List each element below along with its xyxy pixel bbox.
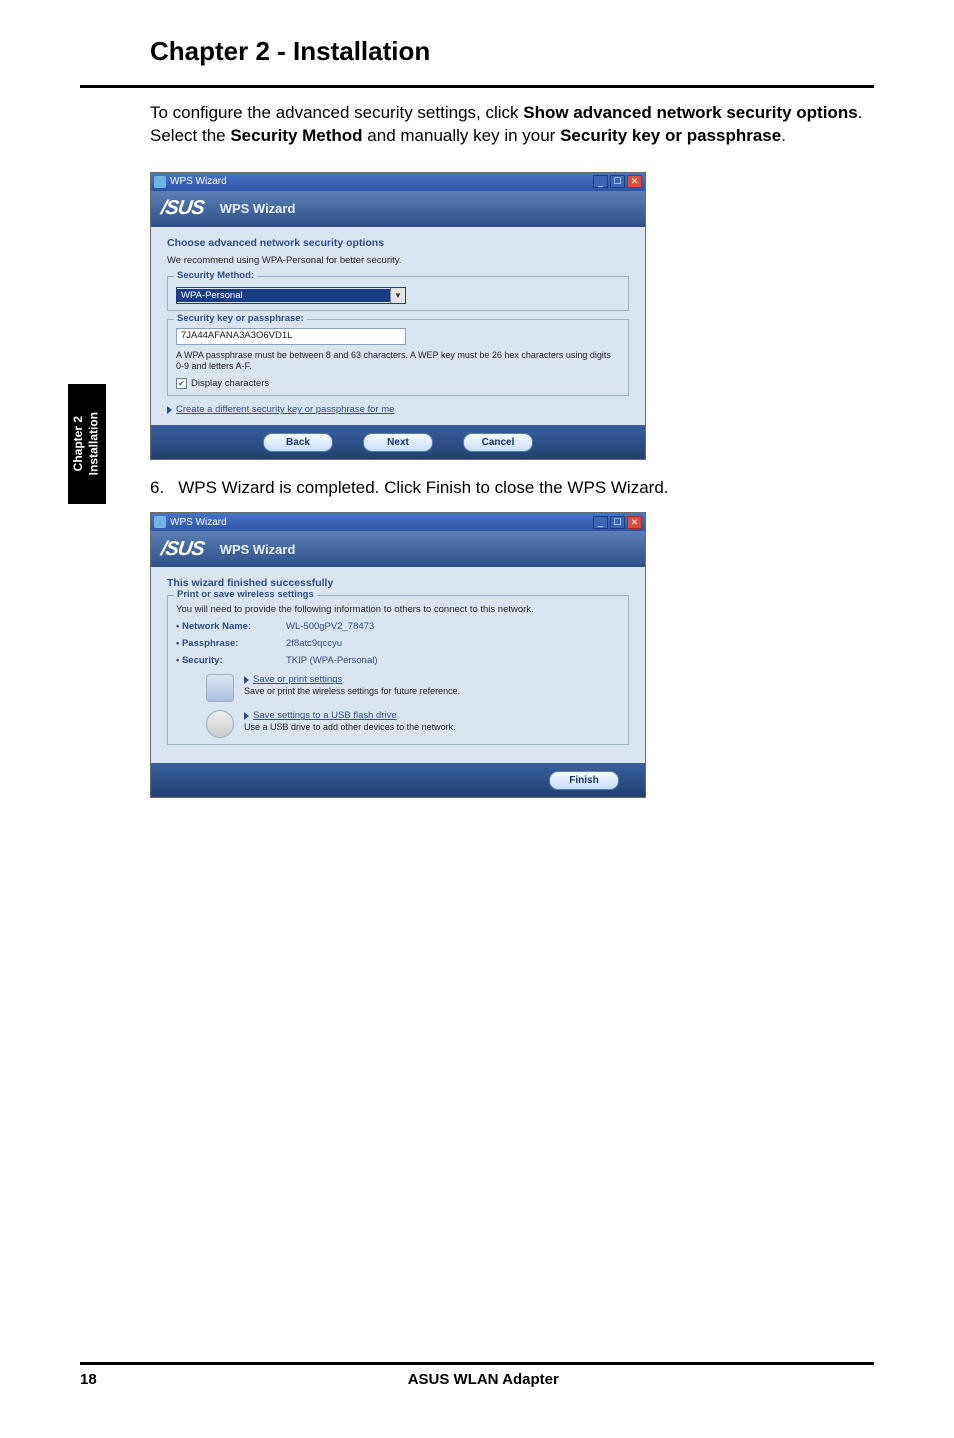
chapter-title: Chapter 2 - Installation — [0, 0, 954, 79]
save-usb-link-text: Save settings to a USB flash drive — [253, 710, 397, 721]
save-print-sub: Save or print the wireless settings for … — [244, 686, 460, 696]
app-icon — [154, 176, 166, 188]
security-method-legend: Security Method: — [174, 270, 257, 281]
triangle-right-icon — [167, 406, 172, 414]
security-value: TKIP (WPA-Personal) — [286, 655, 620, 666]
display-characters-label: Display characters — [191, 378, 269, 389]
intro-bold-3: Security key or passphrase — [560, 126, 781, 145]
cancel-button[interactable]: Cancel — [463, 433, 533, 452]
next-button[interactable]: Next — [363, 433, 433, 452]
maximize-button[interactable]: ☐ — [610, 175, 625, 188]
passphrase-fieldset: Security key or passphrase: 7JA44AFANA3A… — [167, 319, 629, 397]
banner-subtitle: WPS Wizard — [220, 542, 296, 557]
brand-logo: /SUS — [159, 197, 205, 220]
intro-paragraph: To configure the advanced security setti… — [0, 94, 954, 168]
finish-button[interactable]: Finish — [549, 771, 619, 790]
triangle-right-icon — [244, 676, 249, 684]
app-icon — [154, 516, 166, 528]
passphrase-input[interactable]: 7JA44AFANA3A3O6VD1L — [176, 328, 406, 345]
chapter-side-tab-text: Chapter 2 Installation — [71, 412, 102, 475]
print-save-note: You will need to provide the following i… — [176, 604, 620, 615]
save-print-link[interactable]: Save or print settings — [244, 674, 460, 685]
page-number: 18 — [80, 1371, 97, 1388]
generate-key-link-text: Create a different security key or passp… — [176, 404, 394, 415]
window-titlebar[interactable]: WPS Wizard _ ☐ ✕ — [151, 173, 645, 191]
brand-banner: /SUS WPS Wizard — [151, 191, 645, 227]
usb-icon — [206, 710, 234, 738]
brand-banner: /SUS WPS Wizard — [151, 531, 645, 567]
security-method-fieldset: Security Method: WPA-Personal ▼ — [167, 276, 629, 311]
window-titlebar[interactable]: WPS Wizard _ ☐ ✕ — [151, 513, 645, 531]
intro-bold-1: Show advanced network security options — [523, 103, 857, 122]
screenshot-wizard-finished: WPS Wizard _ ☐ ✕ /SUS WPS Wizard This wi… — [150, 512, 646, 798]
wizard-heading: This wizard finished successfully — [167, 577, 629, 589]
save-usb-sub: Use a USB drive to add other devices to … — [244, 722, 456, 732]
passphrase-legend: Security key or passphrase: — [174, 313, 307, 324]
passphrase-value: 2f8atc9qccyu — [286, 638, 620, 649]
chevron-down-icon[interactable]: ▼ — [390, 288, 405, 303]
wizard-heading: Choose advanced network security options — [167, 237, 629, 249]
step-6: 6. WPS Wizard is completed. Click Finish… — [0, 468, 954, 508]
intro-bold-2: Security Method — [230, 126, 362, 145]
banner-subtitle: WPS Wizard — [220, 201, 296, 216]
triangle-right-icon — [244, 712, 249, 720]
wizard-note: We recommend using WPA-Personal for bett… — [167, 255, 629, 266]
step-6-post: to close the WPS Wizard. — [471, 478, 668, 497]
intro-end: . — [781, 126, 786, 145]
network-name-value: WL-500gPV2_78473 — [286, 621, 620, 632]
window-title: WPS Wizard — [170, 176, 227, 187]
back-button[interactable]: Back — [263, 433, 333, 452]
minimize-button[interactable]: _ — [593, 516, 608, 529]
network-name-key: • Network Name: — [176, 621, 286, 632]
security-method-value: WPA-Personal — [177, 289, 390, 302]
brand-logo: /SUS — [159, 538, 205, 561]
intro-pre: To configure the advanced security setti… — [150, 103, 523, 122]
product-name: ASUS WLAN Adapter — [408, 1371, 559, 1388]
generate-key-link[interactable]: Create a different security key or passp… — [167, 404, 629, 415]
step-6-pre: WPS Wizard is completed. Click — [178, 478, 426, 497]
close-button[interactable]: ✕ — [627, 516, 642, 529]
rule-top — [80, 85, 874, 88]
display-characters-checkbox[interactable]: ✔ — [176, 378, 187, 389]
print-save-legend: Print or save wireless settings — [174, 589, 317, 600]
step-6-number: 6. — [150, 478, 164, 498]
minimize-button[interactable]: _ — [593, 175, 608, 188]
page-footer: 18 ASUS WLAN Adapter . — [80, 1362, 874, 1388]
security-method-dropdown[interactable]: WPA-Personal ▼ — [176, 287, 406, 304]
close-button[interactable]: ✕ — [627, 175, 642, 188]
window-title: WPS Wizard — [170, 517, 227, 528]
passphrase-hint: A WPA passphrase must be between 8 and 6… — [176, 350, 620, 373]
security-key: • Security: — [176, 655, 286, 666]
print-save-fieldset: Print or save wireless settings You will… — [167, 595, 629, 745]
maximize-button[interactable]: ☐ — [610, 516, 625, 529]
save-usb-link[interactable]: Save settings to a USB flash drive — [244, 710, 456, 721]
step-6-bold: Finish — [426, 478, 471, 497]
passphrase-key: • Passphrase: — [176, 638, 286, 649]
save-print-link-text: Save or print settings — [253, 674, 342, 685]
chapter-side-tab: Chapter 2 Installation — [68, 384, 106, 504]
screenshot-security-options: WPS Wizard _ ☐ ✕ /SUS WPS Wizard Choose … — [150, 172, 646, 461]
printer-icon — [206, 674, 234, 702]
intro-mid2: and manually key in your — [363, 126, 561, 145]
